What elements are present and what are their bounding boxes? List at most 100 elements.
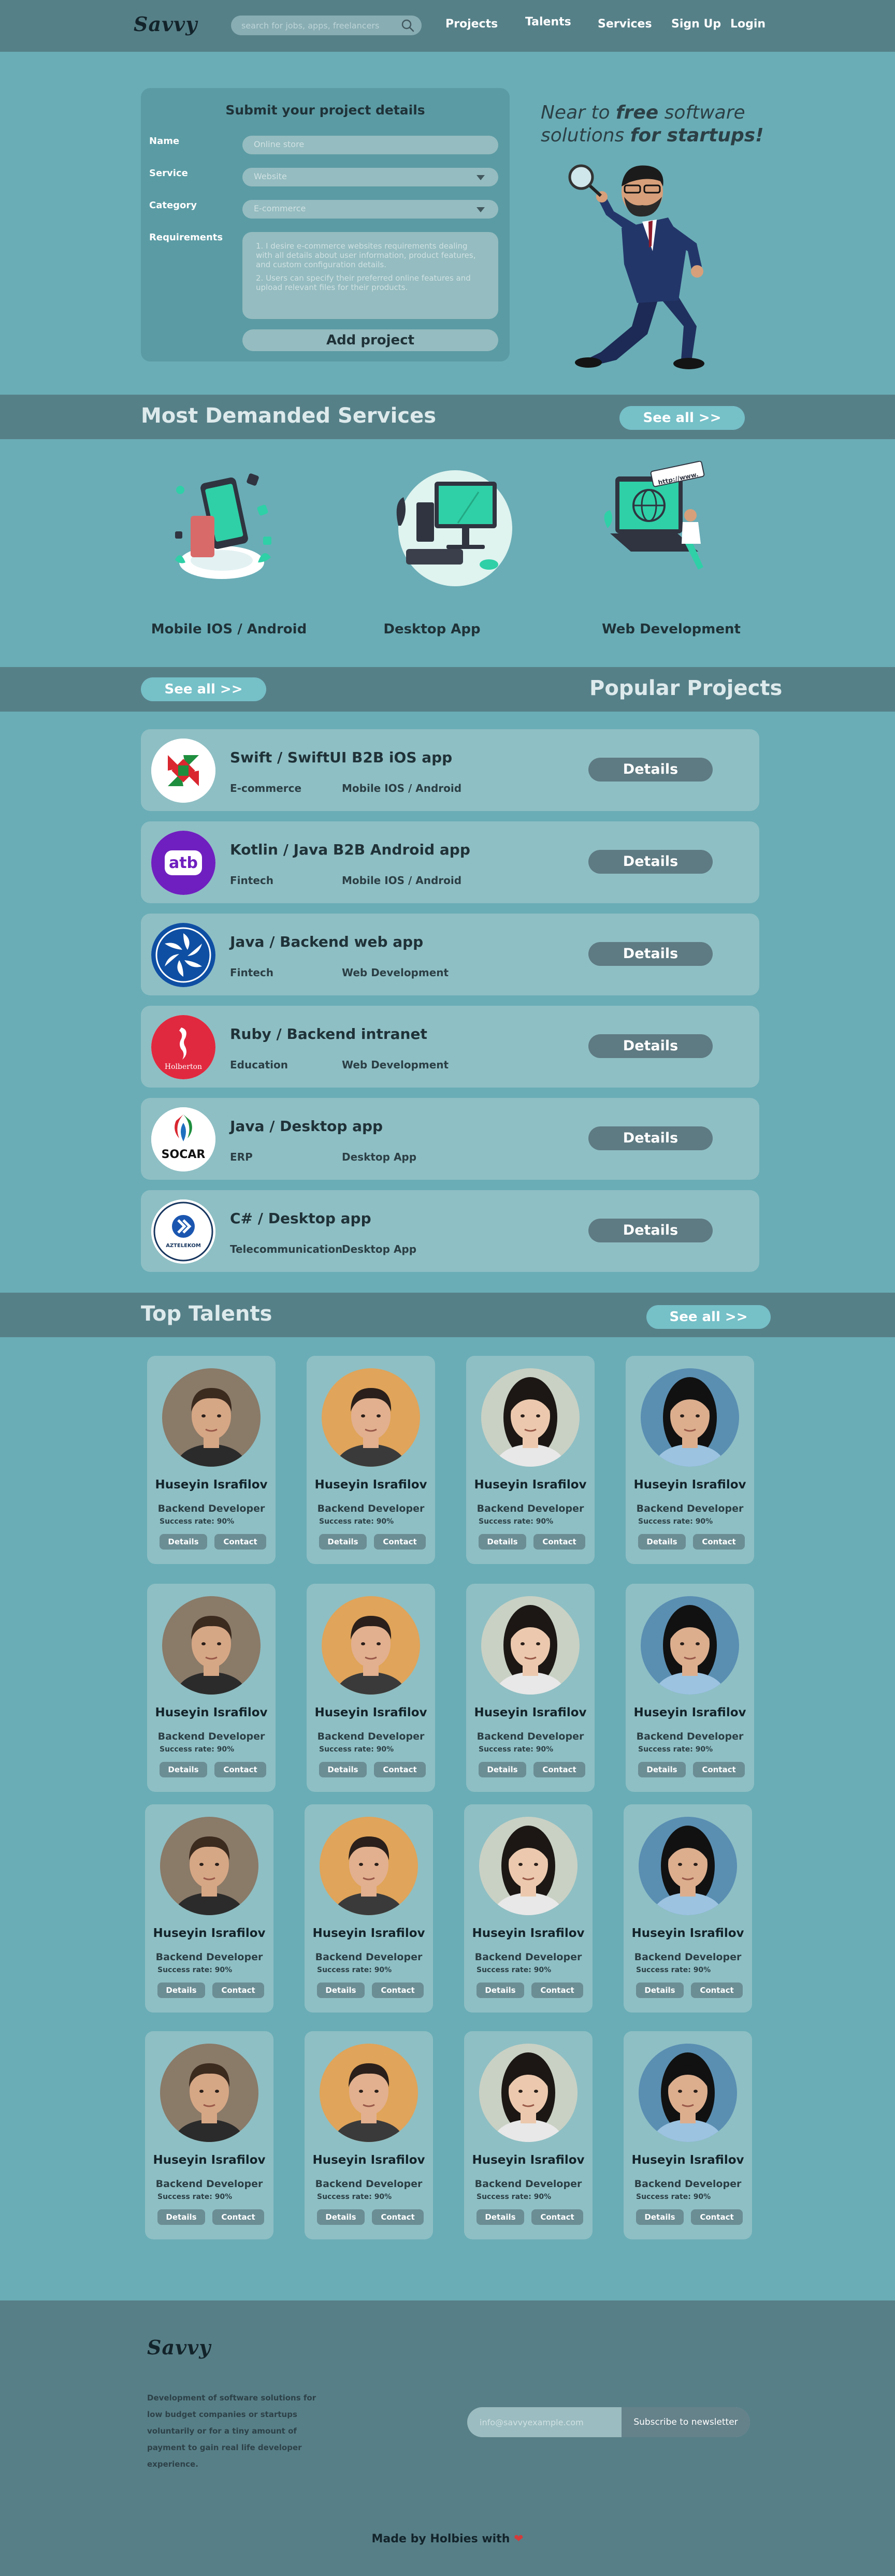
project-card[interactable]: SOCAR Java / Desktop app ERP Desktop App Det…	[141, 1098, 759, 1180]
talent-contact-button[interactable]: Contact	[374, 1534, 426, 1550]
svg-text:AZTELEKOM: AZTELEKOM	[166, 1243, 201, 1249]
project-card[interactable]: Holberton Ruby / Backend intranet Educatio…	[141, 1006, 759, 1088]
talent-card[interactable]: Huseyin Israfilov Backend Developer Succes…	[466, 1584, 595, 1792]
search-icon[interactable]	[401, 19, 414, 32]
talent-card[interactable]: Huseyin Israfilov Backend Developer Succes…	[624, 1804, 752, 2013]
talent-contact-button[interactable]: Contact	[691, 1982, 743, 1998]
site-logo[interactable]: Savvy	[134, 12, 197, 36]
nav-link-signup[interactable]: Sign Up	[671, 18, 721, 31]
nav-link-services[interactable]: Services	[598, 18, 652, 31]
project-card[interactable]: AZTELEKOM C# / Desktop app Telecommunicati…	[141, 1190, 759, 1272]
talent-details-button[interactable]: Details	[479, 1762, 526, 1777]
search-bar[interactable]	[231, 16, 422, 35]
talent-details-button[interactable]: Details	[319, 1762, 367, 1777]
talent-role: Backend Developer	[474, 1951, 582, 1963]
talent-card[interactable]: Huseyin Israfilov Backend Developer Succes…	[307, 1584, 435, 1792]
talent-details-button[interactable]: Details	[636, 2209, 684, 2225]
talent-card[interactable]: Huseyin Israfilov Backend Developer Succes…	[466, 1356, 595, 1564]
talent-card[interactable]: Huseyin Israfilov Backend Developer Succes…	[626, 1584, 754, 1792]
project-details-button[interactable]: Details	[588, 1126, 713, 1150]
talent-details-button[interactable]: Details	[160, 1762, 207, 1777]
project-details-button[interactable]: Details	[588, 850, 713, 874]
businessman-magnifier-illustration	[568, 164, 704, 369]
talent-name: Huseyin Israfilov	[633, 1706, 746, 1719]
search-input[interactable]	[241, 19, 397, 32]
service-select[interactable]: Website	[242, 168, 498, 186]
company-logo-icon: SOCAR	[151, 1107, 215, 1171]
talent-contact-button[interactable]: Contact	[693, 1762, 745, 1777]
project-details-button[interactable]: Details	[588, 942, 713, 966]
desktop-app-illustration	[396, 470, 512, 586]
newsletter-email-input[interactable]	[480, 2415, 619, 2429]
talents-see-all-button[interactable]: See all >>	[646, 1305, 771, 1329]
talent-details-button[interactable]: Details	[319, 1534, 367, 1550]
project-details-button[interactable]: Details	[588, 1034, 713, 1058]
talent-contact-button[interactable]: Contact	[214, 1762, 266, 1777]
talent-details-button[interactable]: Details	[157, 1982, 205, 1998]
talent-success-rate: Success rate: 90%	[636, 2193, 711, 2201]
talent-details-button[interactable]: Details	[477, 1982, 524, 1998]
talent-details-button[interactable]: Details	[477, 2209, 524, 2225]
subscribe-button[interactable]: Subscribe to newsletter	[622, 2407, 750, 2437]
talent-contact-button[interactable]: Contact	[212, 2209, 264, 2225]
talent-contact-button[interactable]: Contact	[691, 2209, 743, 2225]
project-title: Kotlin / Java B2B Android app	[230, 841, 470, 858]
talent-card[interactable]: Huseyin Israfilov Backend Developer Succes…	[624, 2031, 752, 2239]
project-card[interactable]: Java / Backend web app Fintech Web Develop…	[141, 914, 759, 995]
talent-card[interactable]: Huseyin Israfilov Backend Developer Succes…	[464, 1804, 593, 2013]
talent-card[interactable]: Huseyin Israfilov Backend Developer Succes…	[305, 1804, 433, 2013]
services-see-all-button[interactable]: See all >>	[619, 406, 745, 430]
talent-card[interactable]: Huseyin Israfilov Backend Developer Succes…	[147, 1356, 276, 1564]
talent-contact-button[interactable]: Contact	[531, 1982, 583, 1998]
nav-link-talents[interactable]: Talents	[525, 16, 571, 28]
talent-details-button[interactable]: Details	[636, 1982, 684, 1998]
talent-role: Backend Developer	[157, 1731, 265, 1742]
talent-card[interactable]: Huseyin Israfilov Backend Developer Succes…	[145, 2031, 273, 2239]
projects-see-all-button[interactable]: See all >>	[141, 677, 266, 701]
talent-details-button[interactable]: Details	[317, 2209, 365, 2225]
talent-contact-button[interactable]: Contact	[531, 2209, 583, 2225]
talent-card[interactable]: Huseyin Israfilov Backend Developer Succes…	[464, 2031, 593, 2239]
talent-contact-button[interactable]: Contact	[214, 1534, 266, 1550]
talent-card[interactable]: Huseyin Israfilov Backend Developer Succes…	[305, 2031, 433, 2239]
talent-details-button[interactable]: Details	[157, 2209, 205, 2225]
talent-details-button[interactable]: Details	[638, 1762, 686, 1777]
talent-contact-button[interactable]: Contact	[374, 1762, 426, 1777]
talent-details-button[interactable]: Details	[479, 1534, 526, 1550]
project-type: Desktop App	[342, 1151, 417, 1163]
project-details-button[interactable]: Details	[588, 758, 713, 782]
talent-contact-button[interactable]: Contact	[372, 1982, 424, 1998]
talent-contact-button[interactable]: Contact	[533, 1762, 585, 1777]
footer-logo[interactable]: Savvy	[147, 2336, 211, 2359]
talent-contact-button[interactable]: Contact	[533, 1534, 585, 1550]
talent-contact-button[interactable]: Contact	[212, 1982, 264, 1998]
talent-avatar	[481, 1368, 580, 1467]
talent-avatar	[639, 1817, 737, 1915]
nav-link-projects[interactable]: Projects	[445, 18, 498, 31]
add-project-button[interactable]: Add project	[242, 329, 498, 351]
talent-card[interactable]: Huseyin Israfilov Backend Developer Succes…	[145, 1804, 273, 2013]
project-category: Telecommunication	[230, 1243, 343, 1255]
talent-contact-button[interactable]: Contact	[693, 1534, 745, 1550]
talent-success-rate: Success rate: 90%	[638, 1745, 713, 1754]
talent-role: Backend Developer	[477, 1731, 584, 1742]
name-field[interactable]: Online store	[242, 136, 498, 154]
category-select[interactable]: E-commerce	[242, 200, 498, 219]
talent-success-rate: Success rate: 90%	[479, 1745, 554, 1754]
talent-card[interactable]: Huseyin Israfilov Backend Developer Succes…	[626, 1356, 754, 1564]
talent-details-button[interactable]: Details	[160, 1534, 207, 1550]
talent-card[interactable]: Huseyin Israfilov Backend Developer Succes…	[307, 1356, 435, 1564]
project-details-button[interactable]: Details	[588, 1219, 713, 1242]
nav-link-login[interactable]: Login	[730, 18, 766, 31]
requirements-textarea[interactable]: 1. I desire e-commerce websites requirem…	[242, 232, 498, 319]
talent-avatar	[162, 1368, 261, 1467]
talent-card[interactable]: Huseyin Israfilov Backend Developer Succes…	[147, 1584, 276, 1792]
talents-header-band: Top Talents See all >>	[0, 1293, 895, 1337]
talent-details-button[interactable]: Details	[638, 1534, 686, 1550]
project-card[interactable]: Swift / SwiftUI B2B iOS app E-commerce Mob…	[141, 729, 759, 811]
talent-details-button[interactable]: Details	[317, 1982, 365, 1998]
project-card[interactable]: atb Kotlin / Java B2B Android app Fintech M…	[141, 821, 759, 903]
talent-contact-button[interactable]: Contact	[372, 2209, 424, 2225]
made-by-text: Made by Holbies with	[371, 2532, 510, 2545]
talent-avatar	[479, 2044, 578, 2142]
